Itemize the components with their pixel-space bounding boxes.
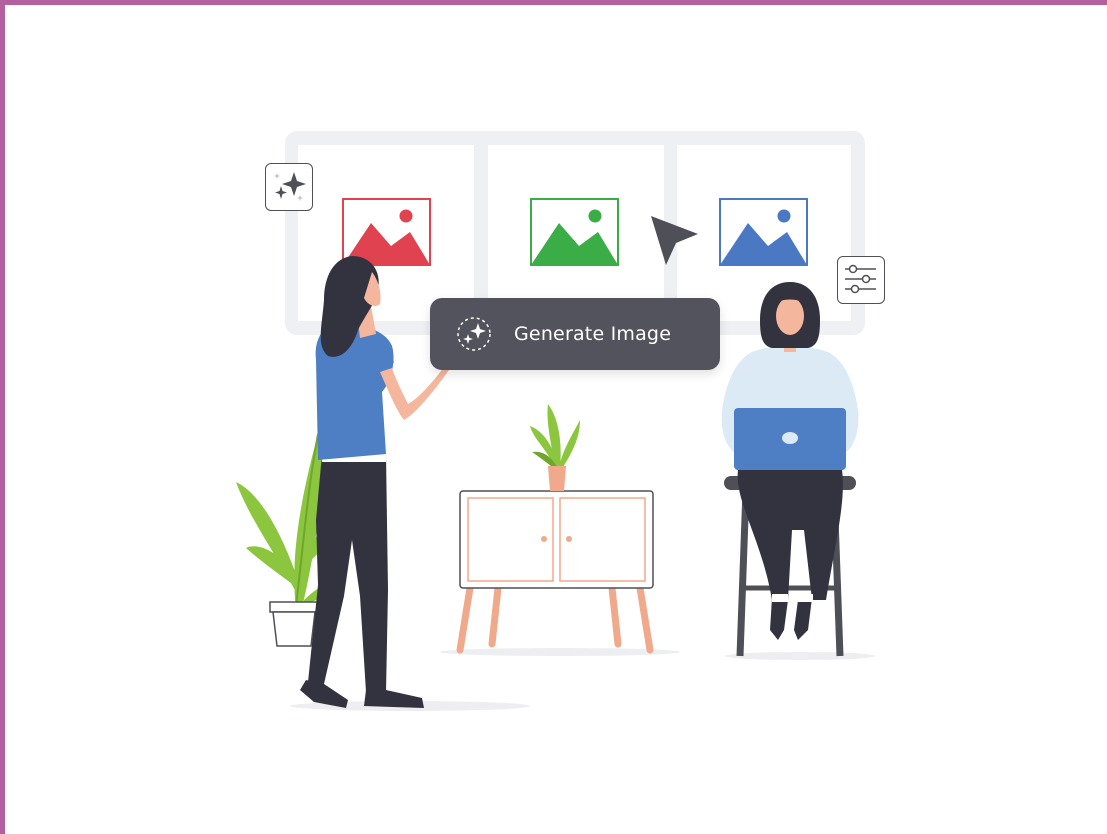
illustration-art <box>236 131 875 711</box>
sparkle-icon <box>457 317 491 351</box>
image-icon <box>719 198 808 266</box>
floor-shadow-right <box>725 652 875 660</box>
cabinet <box>456 490 654 654</box>
sparkle-icon-box[interactable] <box>265 163 313 211</box>
generate-image-label: Generate Image <box>514 323 672 345</box>
generate-image-button[interactable]: Generate Image <box>430 298 720 370</box>
sliders-icon-box[interactable] <box>837 256 885 304</box>
image-icon <box>342 198 431 266</box>
sliders-icon <box>845 264 876 294</box>
image-icon <box>530 198 619 266</box>
floor-shadow-center <box>440 648 680 656</box>
illustration-canvas: Generate Image <box>0 0 1107 834</box>
sparkle-icon <box>274 172 306 201</box>
potted-plant-small <box>530 404 580 491</box>
